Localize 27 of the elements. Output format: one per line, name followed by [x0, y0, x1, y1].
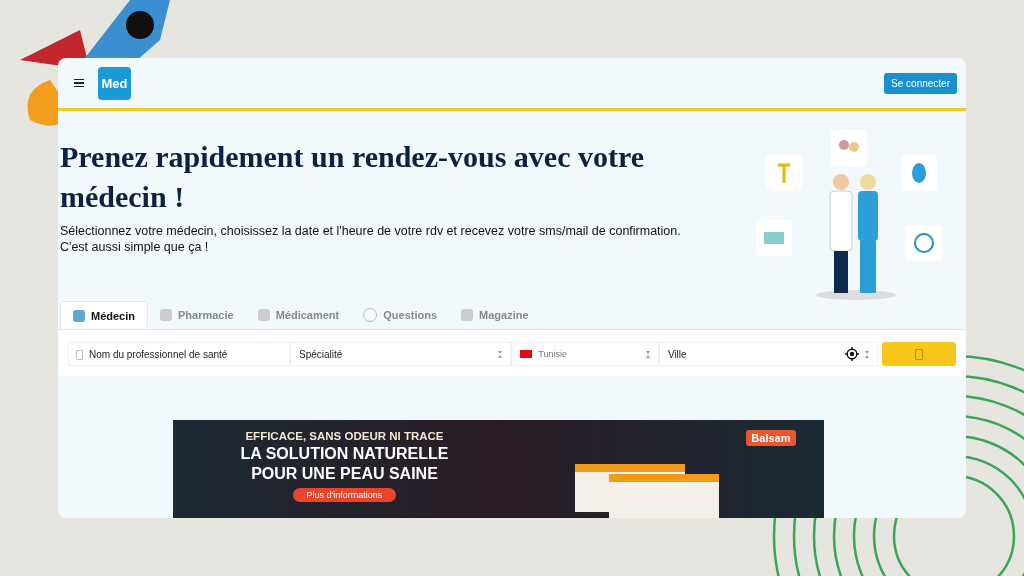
search-tab[interactable]: Médicament	[245, 301, 352, 329]
menu-icon[interactable]	[74, 78, 84, 88]
login-button[interactable]: Se connecter	[884, 72, 957, 94]
name-field[interactable]: Nom du professionnel de santé	[68, 342, 290, 366]
hero-description: C'est aussi simple que ça !	[60, 239, 210, 255]
more-info-button[interactable]: Plus d'informations	[292, 488, 397, 502]
ad-banner[interactable]: EFFICACE, SANS ODEUR NI TRACE LA SOLUTION NATURELLE POUR UNE PEAU SAINE Plus d'informations Balsam	[172, 420, 824, 518]
phone-icon	[76, 350, 83, 360]
country-select[interactable]: Tunisie	[511, 342, 659, 366]
hero-title: Prenez rapidement un rendez-vous avec votre médecin !	[60, 139, 646, 215]
city-select[interactable]: Ville	[658, 342, 879, 366]
ad-headline: LA SOLUTION NATURELLE	[240, 444, 449, 464]
flag-icon	[520, 350, 533, 358]
hero-description: Sélectionnez votre médecin, choisissez la date et l'heure de votre rdv et recevez votre sms/mail de confirmation.	[60, 223, 682, 239]
search-tab[interactable]: Pharmacie	[148, 301, 246, 329]
search-tab[interactable]: Médecin	[60, 301, 148, 329]
sort-icon	[865, 350, 870, 358]
brand-logo: Balsam	[746, 430, 796, 446]
sort-icon	[498, 350, 503, 358]
locate-icon[interactable]	[845, 347, 860, 361]
ad-headline: POUR UNE PEAU SAINE	[251, 464, 438, 484]
search-tab[interactable]: Questions	[351, 301, 450, 329]
search-tab[interactable]: Magazine	[449, 301, 541, 329]
logo[interactable]: Med	[98, 66, 131, 100]
specialty-select[interactable]: Spécialité	[290, 342, 512, 366]
sort-icon	[645, 350, 650, 358]
ad-tagline: EFFICACE, SANS ODEUR NI TRACE	[245, 430, 444, 442]
